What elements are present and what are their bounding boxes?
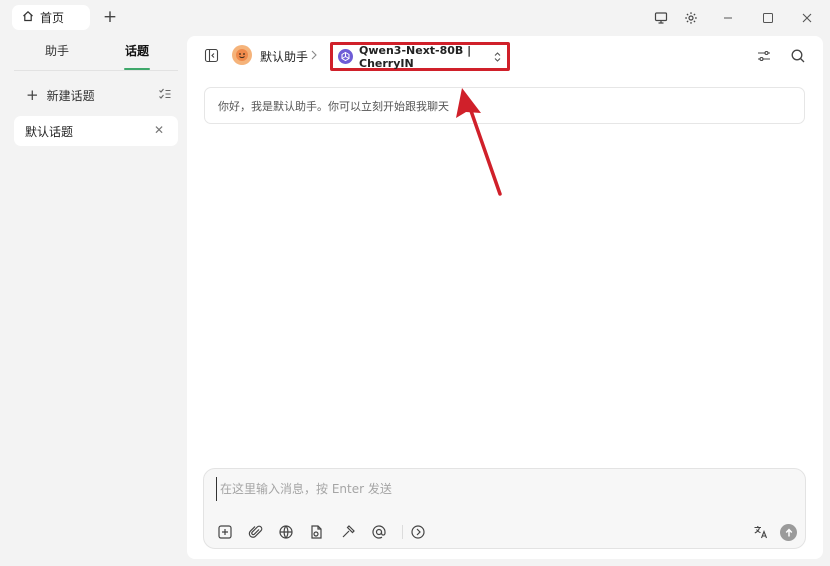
- message-input[interactable]: [216, 477, 786, 501]
- topic-label: 默认话题: [25, 124, 74, 139]
- model-selector[interactable]: Qwen3-Next-80B | CherryIN: [330, 42, 510, 71]
- model-label: Qwen3-Next-80B | CherryIN: [359, 43, 472, 70]
- maximize-icon[interactable]: [758, 8, 778, 28]
- send-button[interactable]: [780, 524, 797, 541]
- divider: [14, 70, 178, 71]
- expand-circle-icon[interactable]: [409, 523, 426, 540]
- close-window-icon[interactable]: [797, 8, 817, 28]
- hammer-icon[interactable]: [339, 523, 356, 540]
- tab-topic[interactable]: 话题: [125, 42, 149, 59]
- new-topic-label: 新建话题: [46, 89, 95, 103]
- sidebar-toggle-icon[interactable]: [204, 48, 219, 63]
- settings-icon[interactable]: [681, 8, 701, 28]
- title-bar: 首页 +: [0, 0, 830, 36]
- new-topic-icon[interactable]: [216, 523, 233, 540]
- tab-home-label: 首页: [40, 11, 65, 25]
- search-icon[interactable]: [790, 48, 806, 64]
- globe-icon[interactable]: [277, 523, 294, 540]
- chat-navbar: 默认助手 Qwen3-Next-80B | CherryIN: [187, 36, 823, 76]
- home-icon: [22, 10, 34, 25]
- message-input-box: [203, 468, 806, 549]
- chat-panel: 默认助手 Qwen3-Next-80B | CherryIN 你好，我是默认助手…: [187, 36, 823, 559]
- toolbar-divider: [402, 525, 403, 539]
- attachment-icon[interactable]: [247, 523, 264, 540]
- chevron-right-icon: [309, 49, 319, 61]
- list-item-topic[interactable]: 默认话题 ✕: [14, 116, 178, 146]
- knowledge-icon[interactable]: [307, 523, 324, 540]
- settings-sliders-icon[interactable]: [756, 48, 772, 64]
- greeting-message: 你好，我是默认助手。你可以立刻开始跟我聊天: [204, 87, 805, 124]
- tab-home[interactable]: 首页: [12, 5, 90, 30]
- close-icon[interactable]: ✕: [154, 123, 164, 137]
- mention-icon[interactable]: [370, 523, 387, 540]
- translate-icon[interactable]: [752, 523, 769, 540]
- tab-assistant[interactable]: 助手: [45, 42, 69, 59]
- add-tab-button[interactable]: +: [100, 6, 120, 28]
- sort-icon[interactable]: [158, 87, 172, 101]
- plus-icon: +: [26, 86, 39, 104]
- greeting-text: 你好，我是默认助手。你可以立刻开始跟我聊天: [218, 99, 449, 113]
- new-topic-button[interactable]: + 新建话题: [26, 87, 95, 104]
- sidebar: 助手 话题 + 新建话题 默认话题 ✕: [0, 36, 186, 566]
- monitor-icon[interactable]: [651, 8, 671, 28]
- chevron-up-down-icon: [493, 51, 502, 63]
- assistant-avatar[interactable]: [232, 45, 252, 65]
- assistant-name[interactable]: 默认助手: [260, 48, 308, 65]
- model-provider-icon: [338, 49, 353, 64]
- minimize-icon[interactable]: [718, 8, 738, 28]
